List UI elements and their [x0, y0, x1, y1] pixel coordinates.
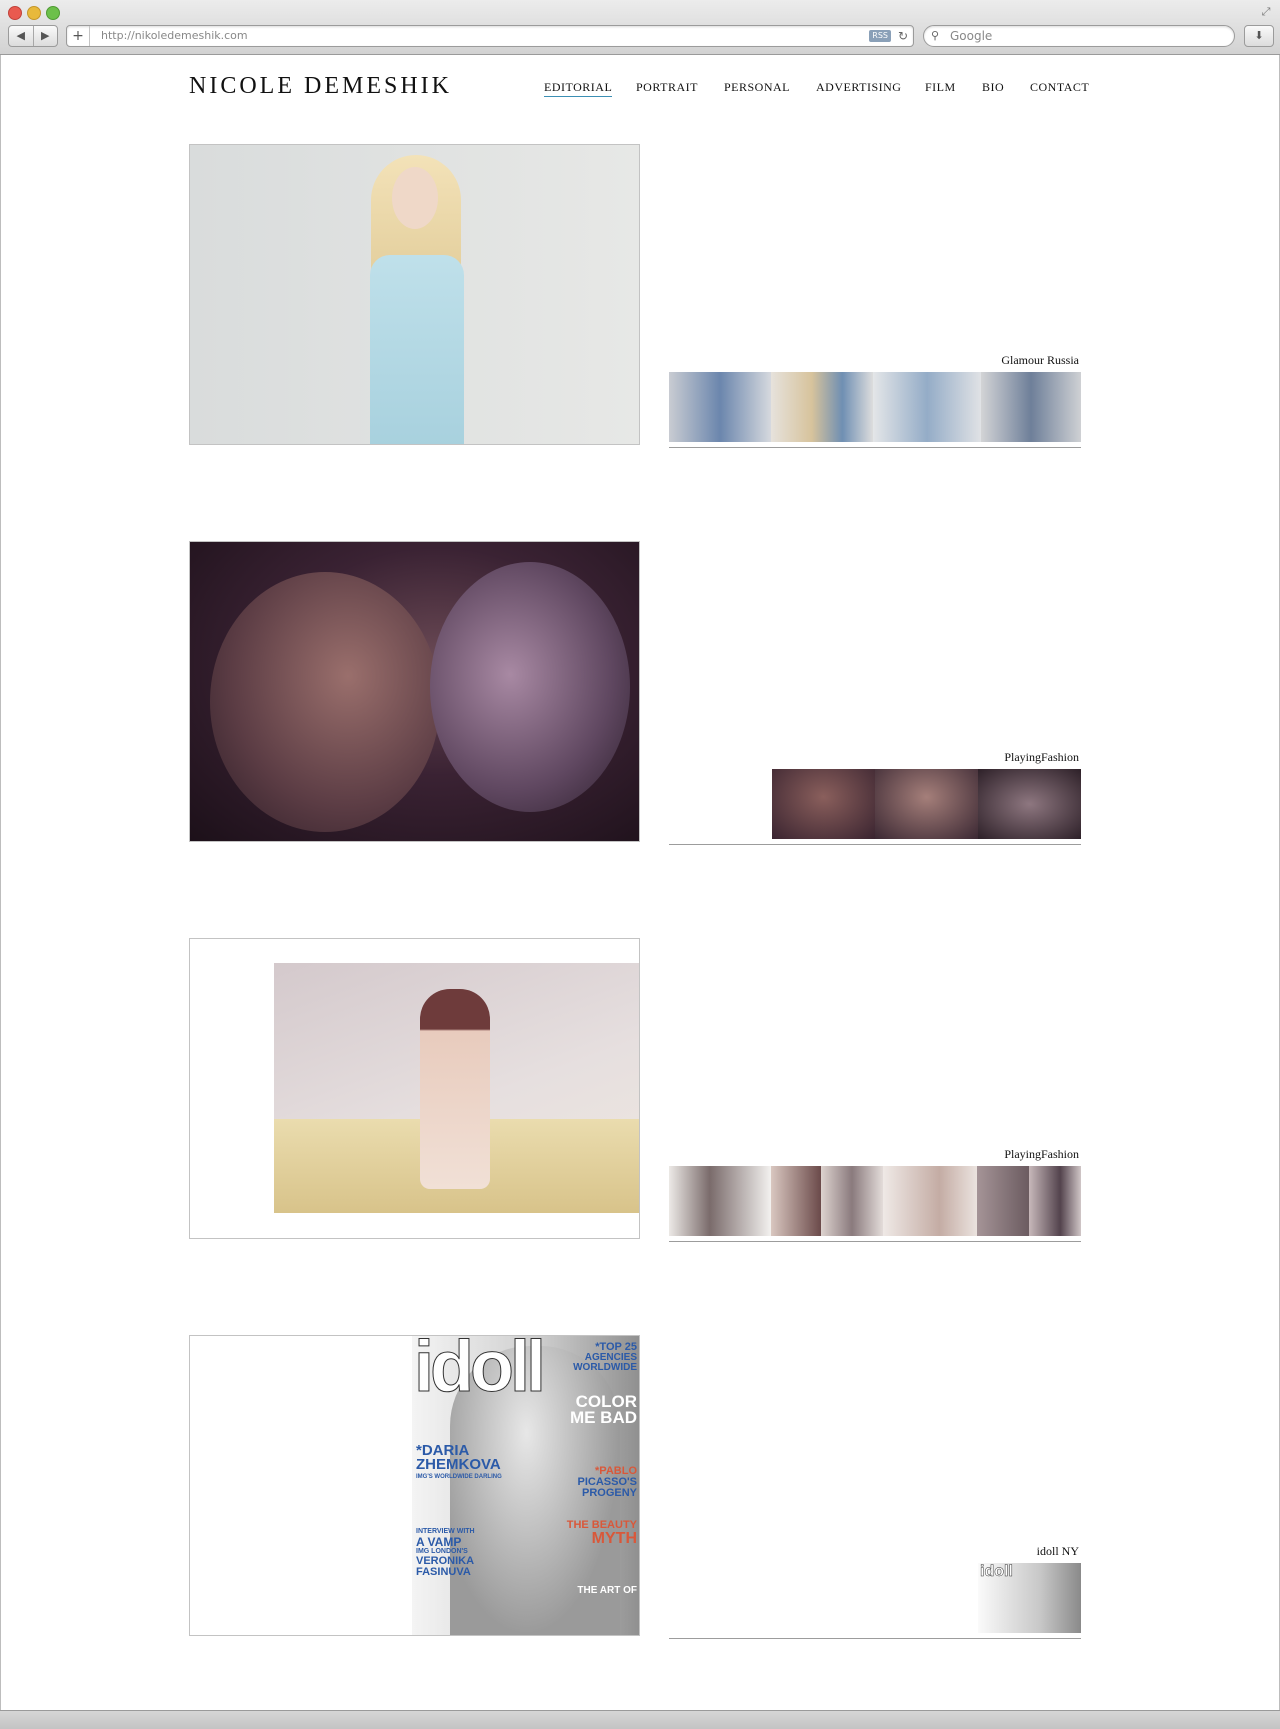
thumbnail-strip: [772, 769, 1081, 839]
search-placeholder[interactable]: Google: [950, 26, 992, 46]
thumbnail[interactable]: [771, 1166, 821, 1236]
download-icon[interactable]: ⬇: [1244, 25, 1274, 47]
divider: [669, 1638, 1081, 1639]
history-nav: ◀ ▶: [8, 25, 58, 47]
cover-line: A VAMP: [416, 1535, 462, 1549]
divider: [669, 1241, 1081, 1242]
featured-photo-playingfashion-2[interactable]: [189, 938, 640, 1239]
cover-line: WORLDWIDE: [573, 1362, 637, 1373]
thumbnail[interactable]: idoll: [978, 1563, 1081, 1633]
reload-icon[interactable]: ↻: [898, 26, 908, 46]
cover-line: MYTH: [591, 1530, 637, 1547]
thumbnail-strip: idoll: [978, 1563, 1081, 1633]
divider: [669, 447, 1081, 448]
thumbnail[interactable]: [1029, 1166, 1081, 1236]
nav-portrait[interactable]: PORTRAIT: [636, 80, 698, 95]
entry-caption[interactable]: idoll NY: [779, 1544, 1079, 1559]
main-nav: EDITORIAL PORTRAIT PERSONAL ADVERTISING …: [1, 80, 1280, 100]
web-page: NICOLE DEMESHIK EDITORIAL PORTRAIT PERSO…: [0, 55, 1280, 1710]
cover-line: PROGENY: [581, 1487, 637, 1499]
url-text[interactable]: http://nikoledemeshik.com: [101, 26, 248, 46]
thumbnail[interactable]: [875, 769, 978, 839]
entry-caption[interactable]: PlayingFashion: [779, 1147, 1079, 1162]
thumbnail[interactable]: [977, 1166, 1029, 1236]
nav-editorial[interactable]: EDITORIAL: [544, 80, 613, 97]
divider: [669, 844, 1081, 845]
thumbnail[interactable]: [772, 769, 875, 839]
minimize-window-button[interactable]: [27, 6, 41, 20]
featured-photo-glamour-russia[interactable]: [189, 144, 640, 445]
featured-photo-playingfashion-1[interactable]: [189, 541, 640, 842]
cover-line: ZHEMKOVA: [416, 1456, 501, 1473]
search-field[interactable]: ⚲ Google: [923, 25, 1235, 47]
nav-bio[interactable]: BIO: [982, 80, 1004, 95]
cover-line: IMG'S WORLDWIDE DARLING: [416, 1474, 502, 1480]
cover-masthead: idoll: [414, 1335, 547, 1408]
entry-caption[interactable]: Glamour Russia: [779, 353, 1079, 368]
close-window-button[interactable]: [8, 6, 22, 20]
cover-line: ME BAD: [569, 1408, 637, 1427]
status-bar: [0, 1710, 1280, 1729]
nav-advertising[interactable]: ADVERTISING: [816, 80, 901, 95]
add-bookmark-button[interactable]: +: [67, 26, 90, 46]
nav-film[interactable]: FILM: [925, 80, 956, 95]
thumbnail[interactable]: [669, 372, 771, 442]
nav-contact[interactable]: CONTACT: [1030, 80, 1089, 95]
browser-toolbar: ⤢ ◀ ▶ + http://nikoledemeshik.com RSS ↻ …: [0, 0, 1280, 55]
forward-button[interactable]: ▶: [32, 26, 58, 46]
thumbnail[interactable]: [981, 372, 1081, 442]
thumbnail[interactable]: [771, 372, 873, 442]
thumbnail[interactable]: [669, 1166, 771, 1236]
address-bar[interactable]: + http://nikoledemeshik.com RSS ↻: [66, 25, 914, 47]
rss-badge[interactable]: RSS: [869, 30, 891, 42]
thumbnail-strip: [669, 372, 1081, 442]
thumbnail[interactable]: [883, 1166, 977, 1236]
thumbnail[interactable]: [978, 769, 1081, 839]
nav-personal[interactable]: PERSONAL: [724, 80, 790, 95]
zoom-window-button[interactable]: [46, 6, 60, 20]
thumbnail[interactable]: [821, 1166, 883, 1236]
featured-photo-idoll-cover[interactable]: idoll *DARIA ZHEMKOVA IMG'S WORLDWIDE DA…: [189, 1335, 640, 1636]
entry-caption[interactable]: PlayingFashion: [779, 750, 1079, 765]
thumbnail[interactable]: [873, 372, 981, 442]
search-icon: ⚲: [931, 29, 940, 42]
magazine-cover: idoll *DARIA ZHEMKOVA IMG'S WORLDWIDE DA…: [412, 1335, 639, 1635]
cover-line: FASINUVA: [416, 1566, 471, 1578]
cover-line: THE ART OF: [577, 1585, 637, 1596]
thumbnail-strip: [669, 1166, 1081, 1236]
back-button[interactable]: ◀: [9, 26, 33, 46]
fullscreen-icon[interactable]: ⤢: [1260, 6, 1272, 18]
